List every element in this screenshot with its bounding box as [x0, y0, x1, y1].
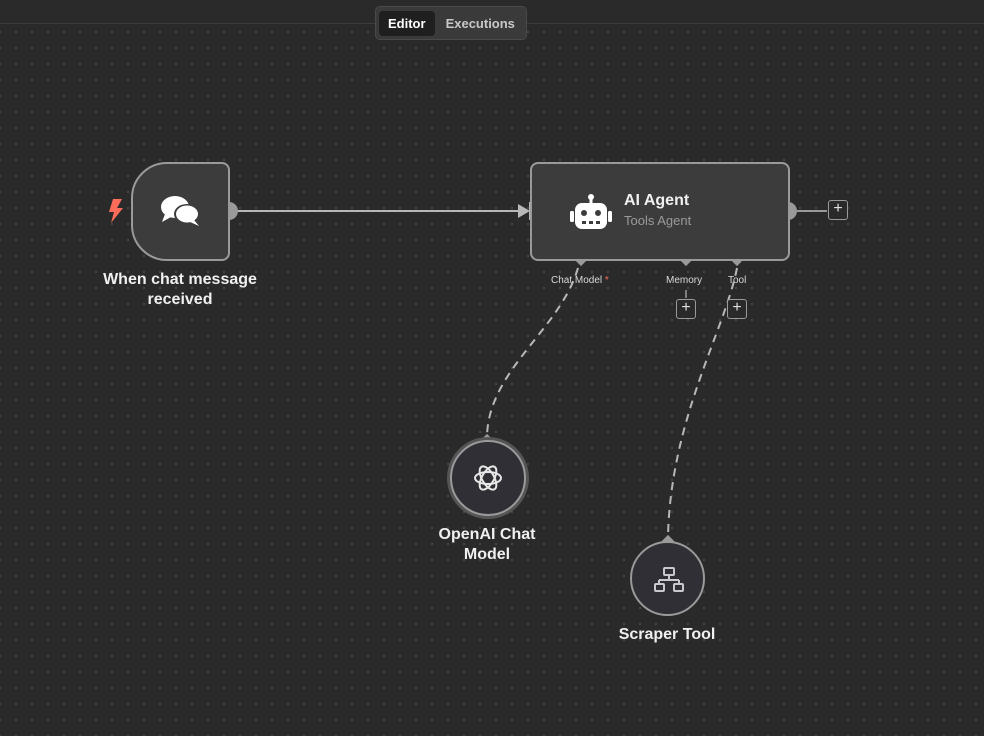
- required-indicator: *: [604, 275, 609, 286]
- trigger-label-line2: received: [147, 291, 213, 308]
- add-next-node-button[interactable]: +: [828, 200, 848, 220]
- chat-model-port-label: Chat Model *: [551, 275, 609, 286]
- connection-chat-model-openai[interactable]: [486, 267, 579, 438]
- add-memory-button[interactable]: +: [676, 299, 696, 319]
- chat-model-label-text: Chat Model: [551, 275, 603, 286]
- ai-agent-node[interactable]: [530, 162, 790, 261]
- agent-subtitle: Tools Agent: [624, 213, 692, 228]
- agent-title: AI Agent: [624, 192, 690, 209]
- scraper-node-label: Scraper Tool: [618, 626, 716, 643]
- openai-icon: [474, 465, 502, 491]
- chat-trigger-node[interactable]: [131, 162, 230, 261]
- network-icon: [654, 567, 684, 592]
- chat-bubbles-icon: [161, 196, 200, 226]
- add-tool-button[interactable]: +: [727, 299, 747, 319]
- tool-port-label: Tool: [728, 275, 747, 286]
- openai-chat-model-node[interactable]: [450, 440, 526, 516]
- trigger-node-label: When chat message received: [95, 270, 265, 310]
- memory-port-label: Memory: [666, 275, 703, 286]
- openai-label-line2: Model: [463, 546, 511, 563]
- openai-label-line1: OpenAI Chat: [438, 526, 536, 543]
- scraper-tool-node[interactable]: [630, 541, 705, 616]
- connections-layer: [220, 202, 827, 550]
- openai-node-label: OpenAI Chat Model: [412, 525, 562, 565]
- arrow-head-icon: [518, 204, 530, 218]
- lightning-icon: [109, 199, 123, 223]
- robot-icon: [570, 194, 612, 229]
- trigger-label-line1: When chat message: [103, 271, 257, 288]
